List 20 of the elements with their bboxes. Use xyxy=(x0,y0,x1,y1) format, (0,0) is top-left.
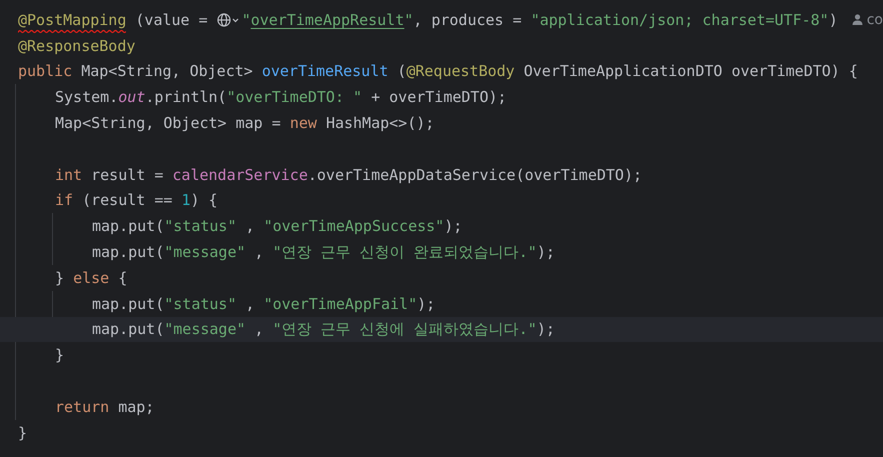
globe-icon[interactable] xyxy=(216,12,241,27)
code-text: } else { xyxy=(55,268,128,287)
code-text: "overTimeAppResult", produces = "application/json; charset=UTF-8") xyxy=(242,10,838,29)
code-text: map.put("message" , "연장 근무 신청이 완료되었습니다."); xyxy=(92,242,555,262)
code-text: map.put("status" , "overTimeAppFail"); xyxy=(92,294,436,313)
person-icon xyxy=(852,14,863,26)
code-text: @PostMapping xyxy=(18,10,126,29)
code-text: System.out.println("overTimeDTO: " + overTimeDTO); xyxy=(55,88,507,106)
code-text: int result = calendarService.overTimeAppDataService(overTimeDTO); xyxy=(55,166,642,184)
author-hint: co xyxy=(866,12,883,28)
code-text: map.put("status" , "overTimeAppSuccess"); xyxy=(92,217,462,236)
code-text: } xyxy=(18,424,28,442)
code-text: (value = xyxy=(134,10,209,29)
code-text: if (result == 1) { xyxy=(55,191,218,210)
code-text: @ResponseBody xyxy=(18,36,136,55)
code-text: public Map<String, Object> overTimeResult (@RequestBody OverTimeApplicationDTO overTimeDTO) { xyxy=(18,62,858,80)
code-text: return map; xyxy=(55,398,154,416)
code-text: Map<String, Object> map = new HashMap<>(); xyxy=(55,114,434,132)
code-text: map.put("message" , "연장 근무 신청에 실패하였습니다."); xyxy=(92,320,555,339)
code-text: } xyxy=(55,346,64,364)
